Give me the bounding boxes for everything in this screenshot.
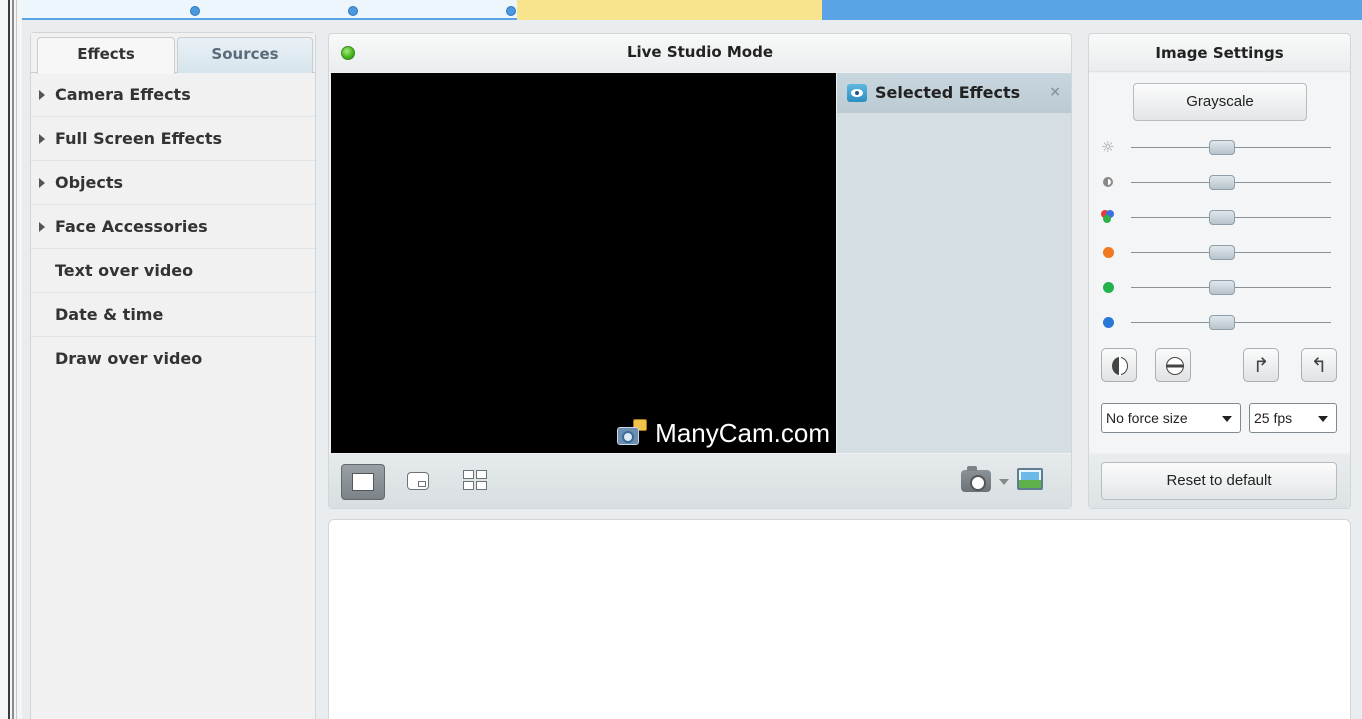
rotate-right-button[interactable]: ↱: [1243, 348, 1279, 382]
timeline-marker[interactable]: [506, 6, 516, 16]
slider-knob[interactable]: [1209, 280, 1235, 295]
studio-header: Live Studio Mode: [329, 34, 1071, 72]
effects-panel: Effects Sources Camera Effects Full Scre…: [30, 32, 316, 719]
brightness-slider[interactable]: ☼: [1101, 137, 1331, 157]
category-label: Face Accessories: [55, 217, 208, 236]
force-size-select[interactable]: No force size: [1101, 403, 1241, 433]
reset-to-default-button[interactable]: Reset to default: [1101, 462, 1337, 500]
green-dot-icon: [1103, 282, 1114, 293]
live-studio-panel: Live Studio Mode ManyCam.com Selected Ef…: [328, 33, 1072, 509]
picture-in-picture-button[interactable]: [407, 472, 429, 490]
video-preview[interactable]: ManyCam.com: [331, 73, 836, 453]
studio-toolbar: [329, 454, 1071, 508]
timeline-strip: [22, 0, 1362, 20]
image-gallery-icon[interactable]: [1017, 468, 1043, 490]
image-settings-title: Image Settings: [1089, 34, 1350, 72]
window-frame-edge: [0, 0, 22, 719]
image-settings-footer: Reset to default: [1089, 454, 1350, 508]
picture-in-picture-icon: [418, 481, 426, 487]
selected-effects-panel: Selected Effects ×: [837, 73, 1071, 453]
category-label: Date & time: [55, 305, 164, 324]
chevron-down-icon: [1318, 416, 1328, 422]
blue-dot-icon: [1103, 317, 1114, 328]
red-dot-icon: [1103, 247, 1114, 258]
rotate-right-icon: ↱: [1252, 353, 1270, 377]
force-size-value: No force size: [1106, 410, 1188, 426]
category-objects[interactable]: Objects: [31, 161, 315, 205]
rgb-icon: [1101, 210, 1115, 224]
rotate-left-icon: ↰: [1310, 353, 1328, 377]
tab-sources[interactable]: Sources: [177, 37, 313, 73]
sun-icon: ☼: [1101, 138, 1115, 156]
selected-effects-title: Selected Effects: [875, 83, 1021, 102]
category-face-accessories[interactable]: Face Accessories: [31, 205, 315, 249]
expand-arrow-icon: [39, 90, 45, 100]
eye-icon[interactable]: [847, 84, 867, 102]
grayscale-button[interactable]: Grayscale: [1133, 83, 1307, 121]
expand-arrow-icon: [39, 134, 45, 144]
category-label: Camera Effects: [55, 85, 191, 104]
category-camera-effects[interactable]: Camera Effects: [31, 73, 315, 117]
single-view-button[interactable]: [341, 464, 385, 500]
category-label: Full Screen Effects: [55, 129, 223, 148]
category-date-time[interactable]: Date & time: [31, 293, 315, 337]
bottom-content-panel: [328, 519, 1351, 719]
image-settings-panel: Image Settings Grayscale ☼ ↱ ↰ No force …: [1088, 33, 1351, 509]
close-icon[interactable]: ×: [1049, 84, 1061, 100]
chevron-down-icon: [1222, 416, 1232, 422]
blue-slider[interactable]: [1101, 312, 1331, 332]
slider-knob[interactable]: [1209, 245, 1235, 260]
panel-tabs: Effects Sources: [31, 33, 315, 74]
grid-view-button[interactable]: [463, 470, 487, 490]
grid-view-icon: [463, 470, 474, 479]
watermark-text: ManyCam.com: [655, 417, 830, 448]
category-label: Text over video: [55, 261, 194, 280]
single-view-icon: [352, 473, 374, 491]
selected-effects-header: Selected Effects ×: [837, 73, 1071, 113]
red-slider[interactable]: [1101, 242, 1331, 262]
timeline-marker[interactable]: [348, 6, 358, 16]
camera-icon[interactable]: [961, 466, 991, 492]
studio-title: Live Studio Mode: [626, 43, 774, 61]
image-settings-body: Grayscale ☼ ↱ ↰ No force size 25 fps: [1089, 73, 1350, 453]
mirror-button[interactable]: [1101, 348, 1137, 382]
expand-arrow-icon: [39, 222, 45, 232]
rotate-left-button[interactable]: ↰: [1301, 348, 1337, 382]
category-draw-over-video[interactable]: Draw over video: [31, 337, 315, 381]
category-label: Draw over video: [55, 349, 203, 368]
manycam-watermark: ManyCam.com: [615, 415, 830, 451]
flip-button[interactable]: [1155, 348, 1191, 382]
category-label: Objects: [55, 173, 124, 192]
timeline-marker[interactable]: [190, 6, 200, 16]
contrast-icon: [1103, 177, 1113, 187]
slider-knob[interactable]: [1209, 140, 1235, 155]
fps-select[interactable]: 25 fps: [1249, 403, 1337, 433]
category-text-over-video[interactable]: Text over video: [31, 249, 315, 293]
green-slider[interactable]: [1101, 277, 1331, 297]
slider-knob[interactable]: [1209, 315, 1235, 330]
tab-effects[interactable]: Effects: [37, 37, 175, 74]
slider-knob[interactable]: [1209, 175, 1235, 190]
category-full-screen-effects[interactable]: Full Screen Effects: [31, 117, 315, 161]
chevron-down-icon[interactable]: [999, 479, 1009, 485]
slider-knob[interactable]: [1209, 210, 1235, 225]
saturation-slider[interactable]: [1101, 207, 1331, 227]
fps-value: 25 fps: [1254, 410, 1293, 426]
effects-category-list: Camera Effects Full Screen Effects Objec…: [31, 73, 315, 381]
manycam-logo-icon: [615, 417, 649, 449]
contrast-slider[interactable]: [1101, 172, 1331, 192]
expand-arrow-icon: [39, 178, 45, 188]
